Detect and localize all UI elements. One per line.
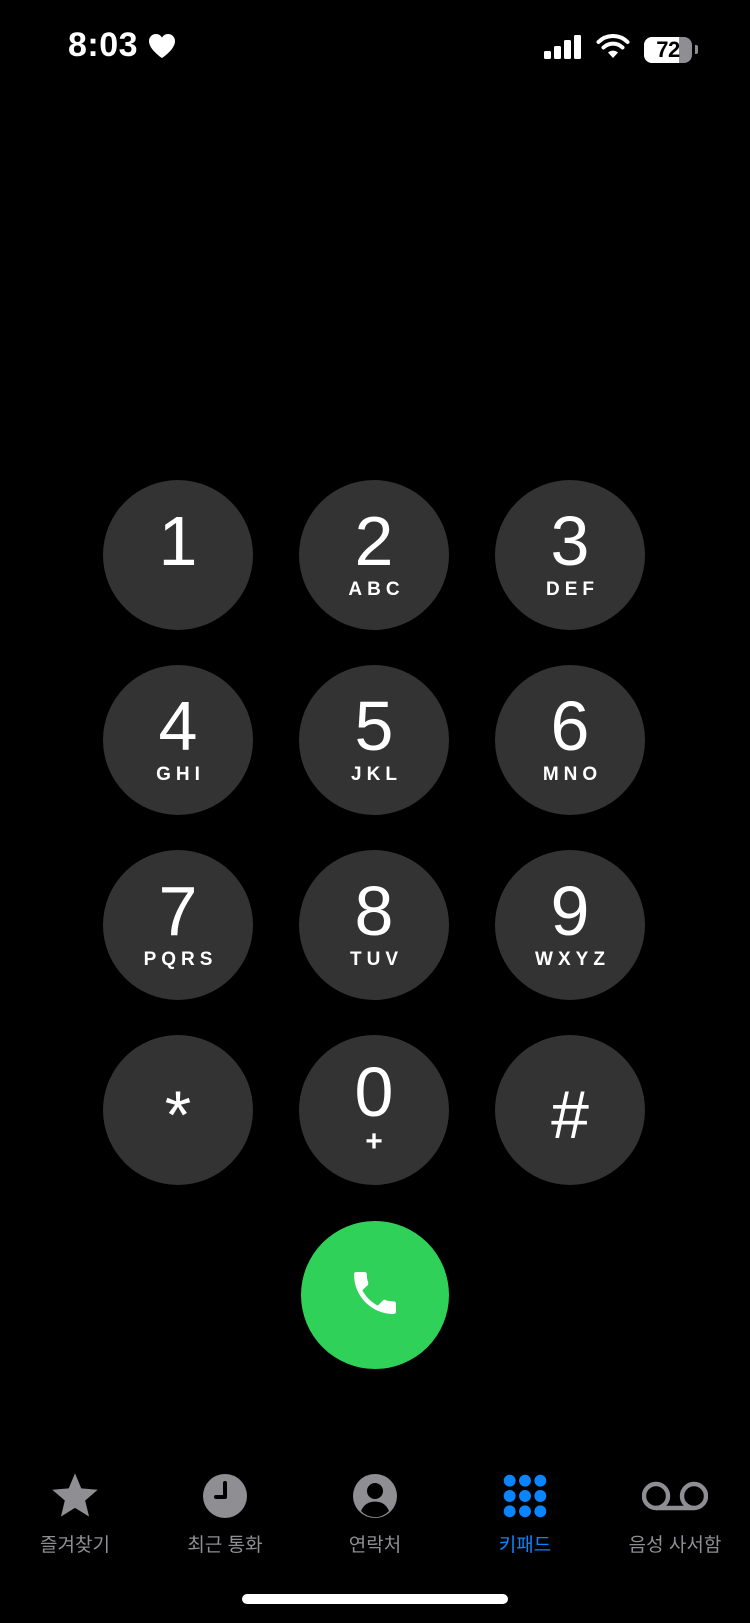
voicemail-icon [642, 1468, 708, 1524]
wifi-icon [596, 34, 630, 65]
tab-label: 최근 통화 [187, 1535, 263, 1556]
keypad-icon [502, 1468, 548, 1524]
phone-icon [347, 1265, 403, 1326]
key-8[interactable]: 8 TUV [299, 850, 449, 1000]
key-letters: JKL [351, 763, 402, 785]
battery-percent: 72 [656, 36, 680, 62]
battery-indicator: 72 [644, 36, 692, 63]
status-time: 8:03 [68, 26, 176, 65]
key-digit: # [551, 1077, 589, 1153]
key-digit: 5 [354, 686, 394, 765]
tab-label: 즐겨찾기 [40, 1535, 110, 1556]
tab-bar: 즐겨찾기 최근 통화 연락처 키패드 음성 사서함 [0, 1468, 750, 1556]
call-button[interactable] [301, 1221, 449, 1369]
key-letters: ABC [348, 578, 405, 600]
key-9[interactable]: 9 WXYZ [495, 850, 645, 1000]
key-6[interactable]: 6 MNO [495, 665, 645, 815]
tab-voicemail[interactable]: 음성 사서함 [600, 1468, 750, 1557]
status-time-text: 8:03 [68, 26, 139, 64]
dial-keypad: 1 2 ABC 3 DEF 4 GHI 5 JKL 6 MNO 7 PQRS 8… [103, 480, 647, 1185]
home-indicator[interactable] [242, 1594, 508, 1604]
key-2[interactable]: 2 ABC [299, 480, 449, 630]
key-digit: * [164, 1077, 192, 1153]
tab-contacts[interactable]: 연락처 [300, 1468, 450, 1557]
heart-icon [148, 33, 176, 59]
tab-favorites[interactable]: 즐겨찾기 [0, 1468, 150, 1557]
key-hash[interactable]: # [495, 1035, 645, 1185]
key-digit: 0 [354, 1053, 394, 1131]
tab-recents[interactable]: 최근 통화 [150, 1468, 300, 1557]
key-digit: 9 [550, 871, 590, 950]
key-digit: 4 [158, 686, 198, 765]
status-bar: 8:03 72 [0, 0, 750, 100]
status-indicators: 72 [544, 34, 698, 65]
tab-label: 키패드 [498, 1535, 552, 1556]
key-letters: WXYZ [535, 948, 610, 970]
clock-icon [201, 1468, 249, 1524]
key-letters: PQRS [143, 948, 218, 970]
key-7[interactable]: 7 PQRS [103, 850, 253, 1000]
star-icon [49, 1468, 101, 1524]
key-digit: 8 [354, 871, 394, 950]
tab-label: 음성 사서함 [628, 1535, 722, 1556]
key-1[interactable]: 1 [103, 480, 253, 630]
key-letters: TUV [350, 948, 403, 970]
key-star[interactable]: * [103, 1035, 253, 1185]
key-digit: 3 [550, 501, 590, 580]
key-0[interactable]: 0 + [299, 1035, 449, 1185]
key-digit: 6 [550, 686, 590, 765]
key-letters: GHI [156, 763, 205, 785]
key-letters: + [365, 1125, 383, 1158]
tab-keypad[interactable]: 키패드 [450, 1468, 600, 1557]
key-letters: MNO [542, 763, 603, 785]
person-icon [351, 1468, 399, 1524]
key-3[interactable]: 3 DEF [495, 480, 645, 630]
key-4[interactable]: 4 GHI [103, 665, 253, 815]
key-digit: 7 [158, 871, 198, 950]
battery-cap [695, 45, 698, 54]
key-letters: DEF [546, 578, 599, 600]
key-5[interactable]: 5 JKL [299, 665, 449, 815]
cellular-signal-icon [544, 35, 582, 64]
tab-label: 연락처 [348, 1535, 402, 1556]
key-digit: 2 [354, 501, 394, 580]
key-letters [176, 580, 181, 599]
key-digit: 1 [158, 501, 198, 580]
